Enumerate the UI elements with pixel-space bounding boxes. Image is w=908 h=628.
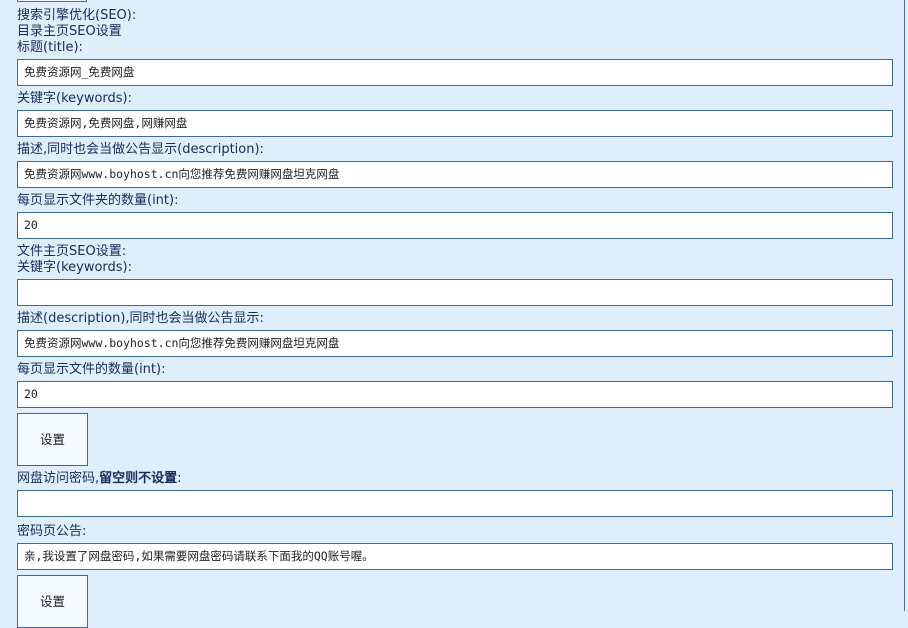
notice-input[interactable]: 亲,我设置了网盘密码,如果需要网盘密码请联系下面我的QQ账号喔。: [17, 543, 893, 570]
file-description-input[interactable]: 免费资源网www.boyhost.cn向您推荐免费网赚网盘坦克网盘: [17, 330, 893, 357]
file-home-seo-heading: 文件主页SEO设置:: [17, 244, 127, 259]
previous-set-button[interactable]: [17, 0, 87, 2]
dir-title-input[interactable]: 免费资源网_免费网盘: [17, 59, 893, 86]
dir-description-input[interactable]: 免费资源网www.boyhost.cn向您推荐免费网赚网盘坦克网盘: [17, 161, 893, 188]
files-per-page-label: 每页显示文件的数量(int):: [17, 362, 166, 377]
password-label-bold: 留空则不设置: [99, 471, 178, 486]
file-keywords-input[interactable]: [17, 279, 893, 306]
password-label-suffix: :: [177, 471, 182, 486]
settings-panel: 搜索引擎优化(SEO): 目录主页SEO设置 标题(title): 免费资源网_…: [0, 0, 905, 628]
dir-keywords-input[interactable]: 免费资源网,免费网盘,网赚网盘: [17, 110, 893, 137]
dir-keywords-label: 关键字(keywords):: [17, 91, 133, 106]
dir-description-label: 描述,同时也会当做公告显示(description):: [17, 142, 264, 157]
folders-per-page-label: 每页显示文件夹的数量(int):: [17, 193, 179, 208]
dir-title-label: 标题(title):: [17, 40, 83, 55]
password-set-button[interactable]: 设置: [17, 575, 88, 628]
seo-set-button[interactable]: 设置: [17, 413, 88, 466]
folders-per-page-input[interactable]: 20: [17, 212, 893, 239]
password-input[interactable]: [17, 490, 893, 517]
password-label-prefix: 网盘访问密码,: [17, 471, 100, 486]
file-description-label: 描述(description),同时也会当做公告显示:: [17, 311, 264, 326]
file-keywords-label: 关键字(keywords):: [17, 260, 133, 275]
files-per-page-input[interactable]: 20: [17, 381, 893, 408]
seo-section-title: 搜索引擎优化(SEO):: [17, 8, 137, 23]
password-label: 网盘访问密码,留空则不设置:: [17, 471, 182, 487]
dir-home-seo-heading: 目录主页SEO设置: [17, 24, 122, 39]
notice-label: 密码页公告:: [17, 524, 87, 539]
